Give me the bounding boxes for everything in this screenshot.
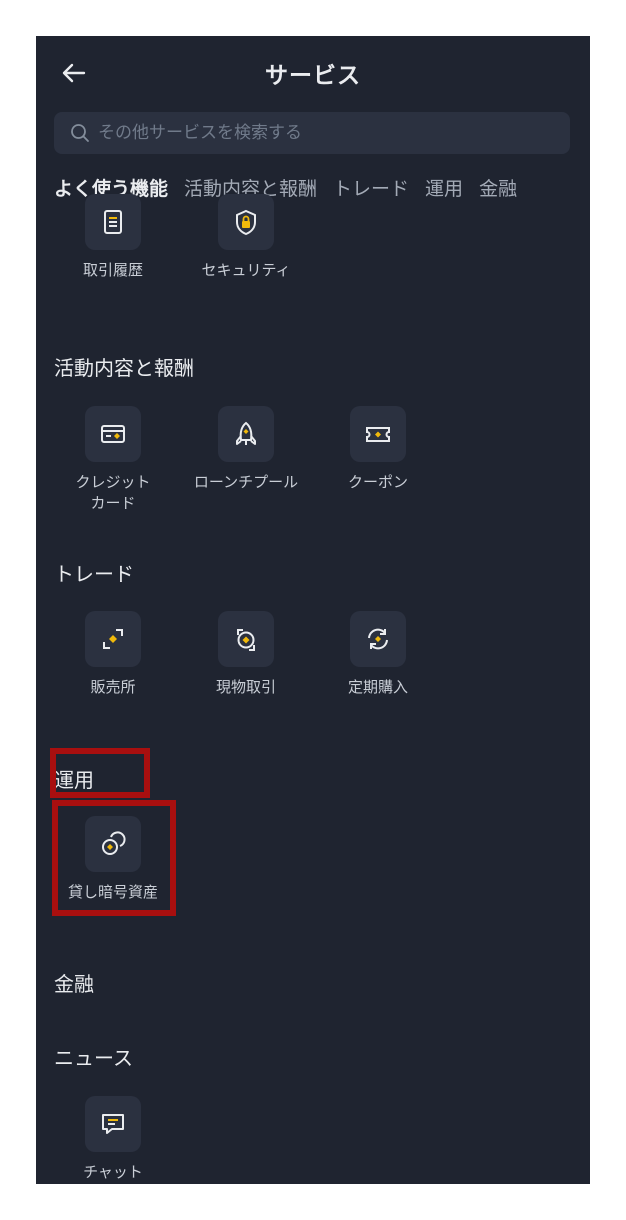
service-launchpool[interactable]: ローンチプール (184, 406, 308, 493)
tab-finance[interactable]: 金融 (479, 174, 517, 201)
service-tile (218, 611, 274, 667)
spot-trade-icon (237, 629, 255, 651)
service-tile (85, 194, 141, 250)
service-tile (350, 611, 406, 667)
section-title-news: ニュース (54, 1046, 133, 1070)
service-coupon[interactable]: クーポン (316, 406, 440, 493)
service-label: 現物取引 (215, 678, 276, 696)
service-trade-history[interactable]: 取引履歴 (51, 194, 175, 281)
chat-icon (102, 1114, 124, 1134)
highlight-earn-title (50, 748, 150, 798)
service-convert[interactable]: 販売所 (51, 611, 175, 698)
service-chat[interactable]: チャット (51, 1096, 175, 1183)
convert-icon (103, 629, 123, 649)
search-input[interactable] (98, 112, 558, 154)
section-title-activity: 活動内容と報酬 (54, 356, 194, 380)
service-label: 定期購入 (347, 678, 408, 696)
service-label: チャット (83, 1163, 143, 1181)
page-title: サービス (265, 63, 361, 89)
tab-trade[interactable]: トレード (333, 174, 409, 201)
service-credit-card[interactable]: クレジット カード (51, 406, 175, 514)
service-tile (85, 1096, 141, 1152)
search-icon (71, 124, 89, 142)
credit-card-icon (101, 425, 125, 443)
header: サービス (36, 36, 590, 110)
service-label: クレジット カード (75, 473, 151, 512)
service-label: 販売所 (90, 678, 136, 696)
service-recurring-buy[interactable]: 定期購入 (316, 611, 440, 698)
shield-lock-icon (236, 209, 256, 236)
services-screen: サービス よく使う機能活動内容と報酬トレード運用金融 取引履歴 (36, 36, 590, 1184)
highlight-crypto-lending (52, 800, 176, 916)
service-tile (85, 406, 141, 462)
tab-earn[interactable]: 運用 (425, 174, 463, 201)
service-tile (350, 406, 406, 462)
recurring-buy-icon (368, 628, 388, 650)
service-tile (85, 611, 141, 667)
section-title-trade: トレード (54, 562, 134, 586)
service-label: セキュリティ (201, 261, 291, 279)
ticket-icon (366, 427, 390, 442)
search-bar[interactable] (54, 112, 570, 154)
service-label: ローンチプール (193, 473, 299, 491)
service-label: クーポン (347, 473, 408, 491)
service-spot-trade[interactable]: 現物取引 (184, 611, 308, 698)
section-title-finance: 金融 (54, 972, 94, 996)
service-security[interactable]: セキュリティ (184, 194, 308, 281)
document-list-icon (104, 210, 122, 234)
service-tile (218, 406, 274, 462)
service-label: 取引履歴 (82, 261, 143, 279)
rocket-icon (236, 421, 256, 445)
service-tile (218, 194, 274, 250)
